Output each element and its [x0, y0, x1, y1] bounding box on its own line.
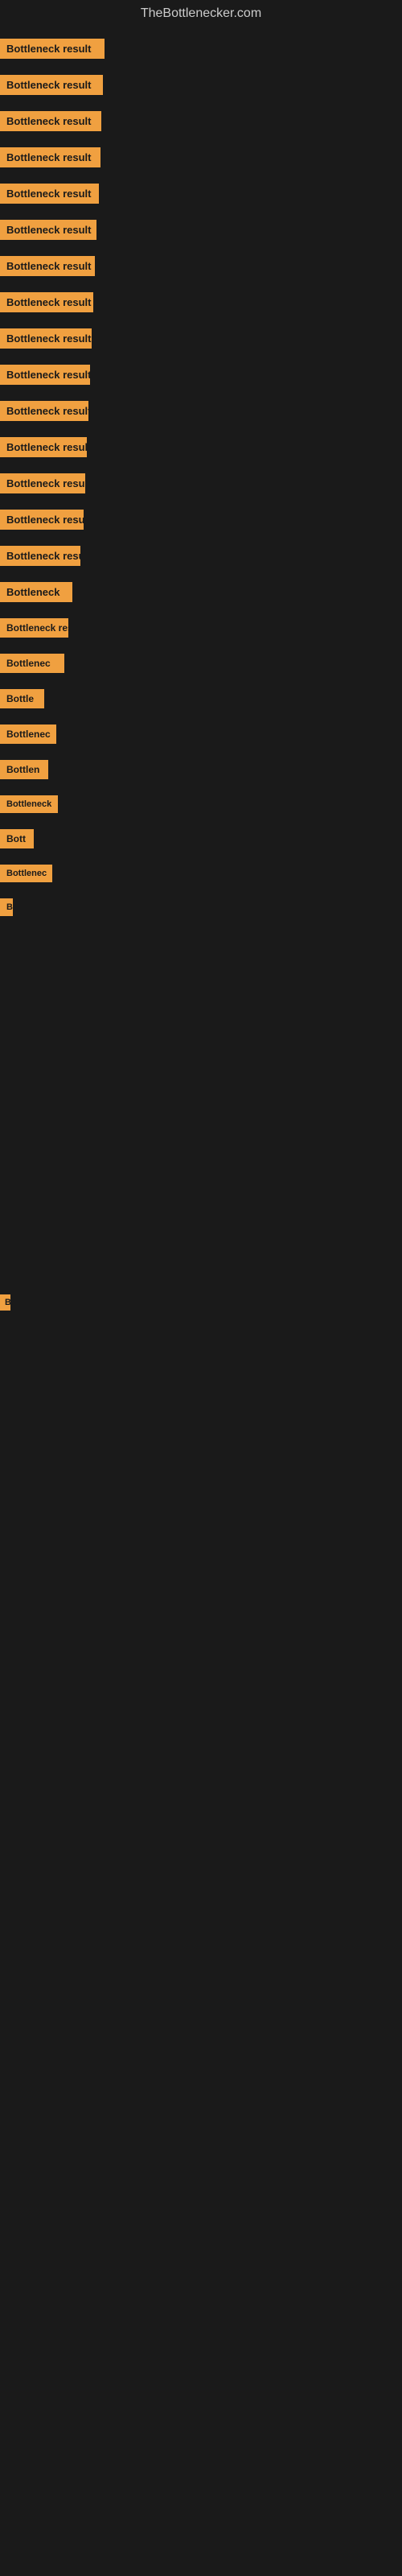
bottleneck-badge: Bottleneck result: [0, 437, 87, 457]
list-item[interactable]: Bottleneck result: [0, 248, 402, 284]
bottleneck-badge: B: [0, 1294, 10, 1311]
bottleneck-badge: Bottleneck result: [0, 510, 84, 530]
spacer: [0, 1826, 402, 1898]
spacer: [0, 1391, 402, 1463]
spacer: [0, 1069, 402, 1141]
bottleneck-badge: Bottlenec: [0, 654, 64, 673]
list-item[interactable]: Bottle: [0, 681, 402, 716]
spacer: [0, 1681, 402, 1753]
list-item[interactable]: Bottleneck result: [0, 393, 402, 429]
list-item[interactable]: Bottleneck result: [0, 175, 402, 212]
bottleneck-badge: Bottle: [0, 689, 44, 708]
spacer: [0, 1463, 402, 1536]
list-item[interactable]: Bottleneck resu: [0, 538, 402, 574]
list-item[interactable]: Bottleneck: [0, 574, 402, 610]
list-item[interactable]: Bottlenec: [0, 857, 402, 890]
spacer: [0, 997, 402, 1069]
bottleneck-badge: Bott: [0, 829, 34, 848]
bottleneck-badge: Bottleneck result: [0, 328, 92, 349]
bottleneck-badge: Bottlenec: [0, 724, 56, 744]
bottleneck-badge: Bottleneck resu: [0, 546, 80, 566]
list-item[interactable]: Bottleneck: [0, 787, 402, 821]
list-item[interactable]: Bottleneck result: [0, 284, 402, 320]
bottleneck-badge: Bottleneck result: [0, 111, 101, 131]
list-item[interactable]: Bottleneck res: [0, 610, 402, 646]
bottleneck-badge: Bottleneck result: [0, 75, 103, 95]
items-container: Bottleneck result Bottleneck result Bottle…: [0, 27, 402, 924]
spacer: [0, 1319, 402, 1391]
list-item[interactable]: Bottlenec: [0, 716, 402, 752]
bottleneck-badge: Bottleneck result: [0, 256, 95, 276]
bottleneck-badge: Bottleneck result: [0, 147, 100, 167]
bottleneck-badge: Bottleneck result: [0, 473, 85, 493]
spacer: [0, 1536, 402, 1608]
list-item[interactable]: Bottleneck result: [0, 103, 402, 139]
bottleneck-badge: Bottleneck result: [0, 184, 99, 204]
spacer: [0, 1753, 402, 1826]
bottleneck-badge: Bottleneck result: [0, 292, 93, 312]
list-item[interactable]: Bottleneck result: [0, 139, 402, 175]
late-items-container: B: [0, 924, 402, 1898]
list-item[interactable]: Bottlenec: [0, 646, 402, 681]
bottleneck-badge: Bottleneck: [0, 582, 72, 602]
bottleneck-badge: Bottleneck result: [0, 401, 88, 421]
spacer: [0, 1141, 402, 1214]
list-item[interactable]: Bottleneck result: [0, 212, 402, 248]
bottleneck-badge: Bottleneck res: [0, 618, 68, 638]
list-item[interactable]: Bottleneck result: [0, 429, 402, 465]
bottleneck-badge: Bottleneck: [0, 795, 58, 813]
bottleneck-badge: Bottleneck result: [0, 220, 96, 240]
spacer: [0, 924, 402, 997]
list-item[interactable]: Bottleneck result: [0, 502, 402, 538]
list-item[interactable]: Bottlen: [0, 752, 402, 787]
list-item[interactable]: B: [0, 1286, 402, 1319]
bottleneck-badge: Bottleneck result: [0, 39, 105, 59]
list-item[interactable]: Bott: [0, 821, 402, 857]
list-item[interactable]: Bottleneck result: [0, 320, 402, 357]
bottleneck-badge: Bottleneck result: [0, 365, 90, 385]
bottleneck-badge: B: [0, 898, 13, 916]
bottleneck-badge: Bottlenec: [0, 865, 52, 882]
list-item[interactable]: Bottleneck result: [0, 31, 402, 67]
list-item[interactable]: Bottleneck result: [0, 67, 402, 103]
spacer: [0, 1608, 402, 1681]
list-item[interactable]: Bottleneck result: [0, 465, 402, 502]
bottleneck-badge: Bottlen: [0, 760, 48, 779]
site-title: TheBottlenecker.com: [0, 0, 402, 27]
list-item[interactable]: B: [0, 890, 402, 924]
list-item[interactable]: Bottleneck result: [0, 357, 402, 393]
spacer: [0, 1214, 402, 1286]
